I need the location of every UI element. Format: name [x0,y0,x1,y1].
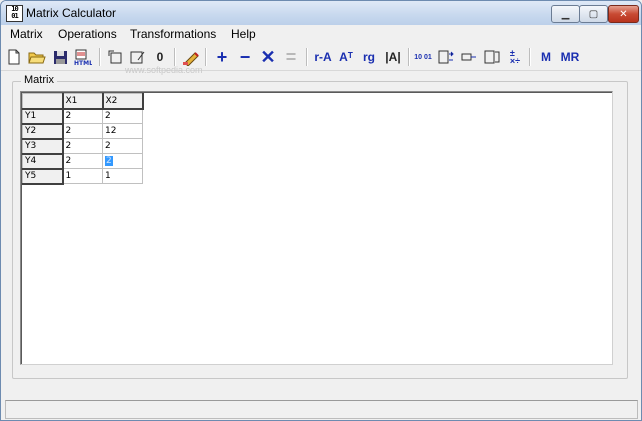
minus-icon: − [239,46,251,67]
matrix-cell[interactable]: 2 [102,138,143,154]
status-bar [5,400,638,419]
matrix-cell[interactable]: 2 [62,108,103,124]
fill-button[interactable] [128,47,148,67]
memory-icon: M [541,50,551,64]
grid-corner [22,93,64,110]
determinant-icon: |A| [385,50,401,64]
row-swap-button[interactable] [436,47,456,67]
resize-matrix-icon [108,50,121,63]
app-window: 10 01 Matrix Calculator ▁ ▢ ✕ Matrix Ope… [0,0,642,421]
menu-operations[interactable]: Operations [58,27,117,41]
export-html-button[interactable]: HTML [73,47,93,67]
svg-text:HTML: HTML [74,60,92,66]
title-bar[interactable]: 10 01 Matrix Calculator ▁ ▢ ✕ [1,1,641,26]
matrix-cell[interactable]: 2 [102,108,143,124]
column-swap-icon [484,50,500,64]
menu-help[interactable]: Help [231,27,256,41]
matrix-cell[interactable]: 1 [102,168,143,184]
memory-recall-icon: MR [560,50,580,64]
row-header-y5[interactable]: Y5 [22,168,64,185]
equals-button[interactable]: = [281,47,301,67]
grid-header-row: X1 X2 [22,93,144,110]
rank-icon: rg [363,50,375,64]
matrix-cell[interactable]: 2 [62,138,103,154]
table-row: Y3 2 2 [22,138,143,155]
menu-transformations[interactable]: Transformations [130,27,216,41]
eraser-pencil-icon [183,52,199,66]
row-edit-icon [461,53,476,61]
multiply-icon: ✕ [260,46,276,67]
row-header-y2[interactable]: Y2 [22,123,64,140]
maximize-icon: ▢ [588,8,599,20]
table-row: Y2 2 12 [22,123,143,140]
inverse-button[interactable]: r-A [312,47,334,67]
zero-button[interactable]: 0 [150,47,170,67]
memory-recall-button[interactable]: MR [559,47,581,67]
subtract-button[interactable]: − [235,47,255,67]
row-swap-icon [438,50,454,64]
matrix-cell-selected[interactable]: 2 [102,153,143,169]
toolbar-separator [306,48,308,66]
transpose-icon: Aᵀ [339,50,353,64]
watermark: www.softpedia.com [125,65,203,75]
table-row: Y4 2 2 [22,153,143,170]
open-folder-icon [28,52,46,64]
minimize-icon: ▁ [561,8,570,20]
maximize-button[interactable]: ▢ [579,5,608,23]
column-header-x2[interactable]: X2 [102,93,144,110]
inverse-icon: r-A [314,50,332,64]
plus-icon: + [216,46,228,67]
close-icon: ✕ [619,8,628,20]
row-edit-button[interactable] [459,47,479,67]
toolbar-separator [205,48,207,66]
matrix-app-icon: 10 01 [6,5,23,22]
selected-cell-value[interactable]: 2 [105,156,113,166]
save-icon [53,50,67,64]
table-row: Y1 2 2 [22,108,143,125]
toolbar-separator [174,48,176,66]
column-header-x1[interactable]: X1 [62,93,104,110]
toolbar-separator [99,48,101,66]
close-button[interactable]: ✕ [608,5,639,23]
save-button[interactable] [50,47,70,67]
row-operations-icon: ± ×÷ [509,48,521,66]
html-export-icon: HTML [74,49,92,66]
window-title: Matrix Calculator [26,6,117,20]
menu-matrix[interactable]: Matrix [10,27,43,41]
new-button[interactable] [4,47,24,67]
matrix-cell[interactable]: 1 [62,168,103,184]
binary-button[interactable]: 10 01 [413,47,433,67]
zero-icon: 0 [156,50,164,64]
row-operations-button[interactable]: ± ×÷ [505,47,525,67]
clear-button[interactable] [181,47,201,67]
row-header-y4[interactable]: Y4 [22,153,64,170]
matrix-cell[interactable]: 2 [62,123,103,139]
matrix-grid-area[interactable]: X1 X2 Y1 2 2 Y2 2 12 Y3 2 2 Y4 2 2 Y5 1 … [20,91,613,365]
table-row: Y5 1 1 [22,168,143,185]
matrix-cell[interactable]: 12 [102,123,143,139]
determinant-button[interactable]: |A| [382,47,404,67]
add-button[interactable]: + [212,47,232,67]
new-file-icon [8,49,20,65]
transpose-button[interactable]: Aᵀ [336,47,356,67]
menu-bar: Matrix Operations Transformations Help [1,25,641,43]
matrix-grid: X1 X2 Y1 2 2 Y2 2 12 Y3 2 2 Y4 2 2 Y5 1 … [22,93,144,185]
binary-matrix-icon: 10 01 [414,53,432,61]
resize-button[interactable] [105,47,125,67]
row-header-y3[interactable]: Y3 [22,138,64,155]
open-button[interactable] [27,47,47,67]
toolbar-separator [529,48,531,66]
matrix-group-label: Matrix [21,74,57,86]
toolbar: HTML 0 + − ✕ = r-A Aᵀ rg |A| 10 01 ± ×÷ … [1,44,641,71]
rank-button[interactable]: rg [359,47,379,67]
row-header-y1[interactable]: Y1 [22,108,64,125]
fill-matrix-icon [130,51,145,63]
toolbar-separator [408,48,410,66]
matrix-cell[interactable]: 2 [62,153,103,169]
multiply-button[interactable]: ✕ [258,47,278,67]
column-swap-button[interactable] [482,47,502,67]
minimize-button[interactable]: ▁ [551,5,580,23]
memory-button[interactable]: M [536,47,556,67]
equals-icon: = [285,46,297,67]
